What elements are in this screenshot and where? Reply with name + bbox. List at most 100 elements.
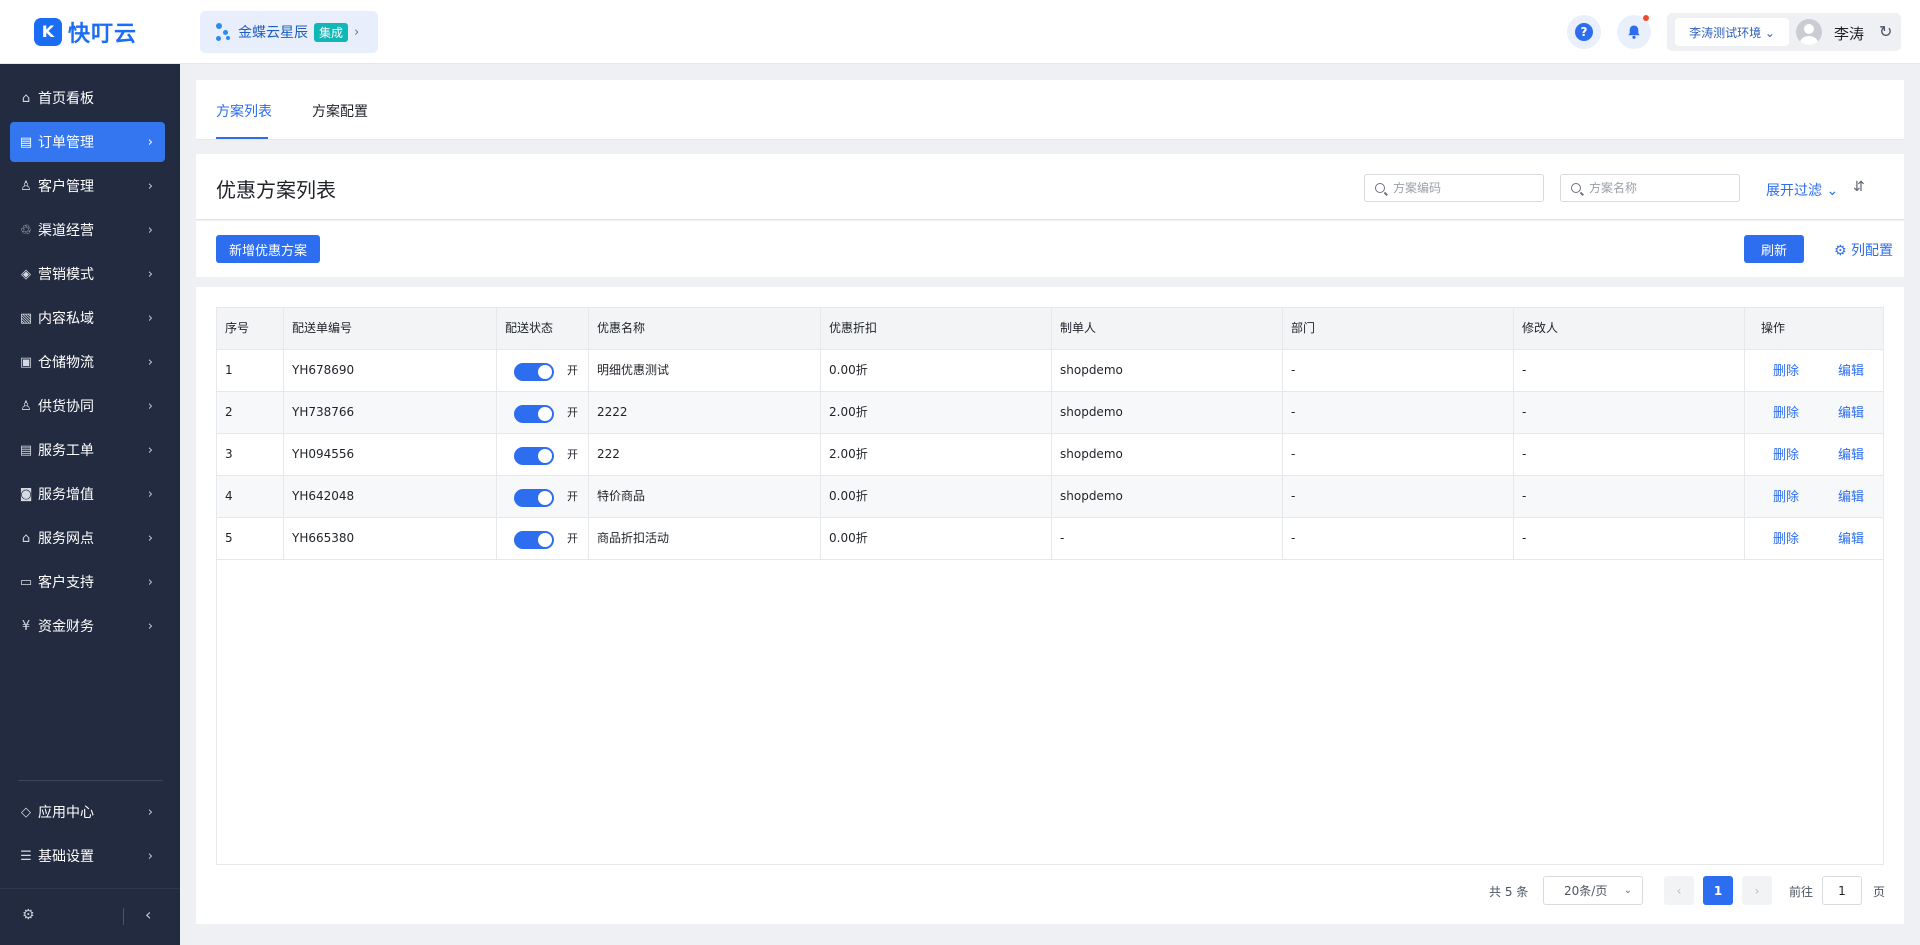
sidebar-item-label: 渠道经营 [38, 223, 94, 239]
department: - [1282, 518, 1513, 559]
scheme-code: YH738766 [283, 392, 496, 433]
page-size-value: 20条/页 [1564, 884, 1608, 898]
refresh-button[interactable]: 刷新 [1744, 235, 1804, 263]
row-index: 2 [225, 405, 233, 419]
row-actions: 删除 编辑 [1744, 476, 1883, 517]
prev-page-button[interactable]: ‹ [1664, 876, 1694, 905]
status-toggle[interactable] [514, 405, 554, 423]
delete-button[interactable]: 删除 [1773, 476, 1799, 520]
chevron-right-icon: › [147, 310, 153, 326]
ticket-icon: ▤ [19, 442, 33, 458]
sidebar-item-marketing[interactable]: ◈ 营销模式 › [10, 254, 165, 294]
edit-button[interactable]: 编辑 [1838, 392, 1864, 436]
user-name[interactable]: 李涛 [1834, 23, 1864, 44]
sidebar-item-label: 服务增值 [38, 487, 94, 503]
notification-dot [1643, 15, 1649, 21]
discount-rate: 2.00折 [820, 434, 1051, 475]
modifier: - [1513, 350, 1744, 391]
help-button[interactable]: ? [1567, 15, 1601, 49]
expand-filter-button[interactable]: 展开过滤 ⌄ [1766, 180, 1838, 200]
collapse-sidebar-icon[interactable]: ‹ [145, 905, 151, 924]
delete-button[interactable]: 删除 [1773, 434, 1799, 478]
table-row[interactable]: 4 YH642048 开 特价商品 0.00折 shopdemo - - 删除 … [217, 476, 1883, 518]
edit-button[interactable]: 编辑 [1838, 476, 1864, 520]
row-actions: 删除 编辑 [1744, 518, 1883, 559]
status-toggle-label: 开 [567, 490, 578, 503]
tabs-divider [196, 139, 1904, 140]
sidebar-item-content[interactable]: ▧ 内容私域 › [10, 298, 165, 338]
sidebar-item-channels[interactable]: ♲ 渠道经营 › [10, 210, 165, 250]
top-bar: K 快叮云 金蝶云星辰 集成 › ? 李涛测试环境 ⌄ 李涛 ↻ [0, 0, 1920, 64]
sidebar-item-service-points[interactable]: ⌂ 服务网点 › [10, 518, 165, 558]
add-discount-scheme-button[interactable]: 新增优惠方案 [216, 235, 320, 263]
discount-name: 明细优惠测试 [588, 350, 820, 391]
sidebar-item-warehouse[interactable]: ▣ 仓储物流 › [10, 342, 165, 382]
row-actions: 删除 编辑 [1744, 350, 1883, 391]
tab-scheme-list[interactable]: 方案列表 [216, 101, 272, 121]
column-header: 优惠折扣 [820, 308, 1051, 349]
scheme-name-search[interactable] [1560, 174, 1740, 202]
page-number-button[interactable]: 1 [1703, 876, 1733, 905]
chevron-right-icon: › [147, 354, 153, 370]
sidebar-item-orders[interactable]: ▤ 订单管理 › [10, 122, 165, 162]
table-row[interactable]: 2 YH738766 开 2222 2.00折 shopdemo - - 删除 … [217, 392, 1883, 434]
integration-switcher[interactable]: 金蝶云星辰 集成 › [200, 11, 378, 53]
sidebar-item-dashboard[interactable]: ⌂ 首页看板 [10, 78, 165, 118]
scheme-code-input[interactable] [1393, 181, 1533, 195]
store-icon: ⌂ [21, 530, 31, 546]
edit-button[interactable]: 编辑 [1838, 518, 1864, 562]
notification-button[interactable] [1617, 15, 1651, 49]
column-config-button[interactable]: ⚙ 列配置 [1834, 240, 1893, 260]
delete-button[interactable]: 删除 [1773, 392, 1799, 436]
column-header: 配送状态 [496, 308, 588, 349]
delete-button[interactable]: 删除 [1773, 518, 1799, 562]
sidebar-item-supply[interactable]: ♙ 供货协同 › [10, 386, 165, 426]
status-toggle[interactable] [514, 531, 554, 549]
department: - [1282, 434, 1513, 475]
sidebar-item-support[interactable]: ▭ 客户支持 › [10, 562, 165, 602]
column-header: 配送单编号 [283, 308, 496, 349]
sort-icon[interactable]: ⇵ [1853, 179, 1865, 195]
sidebar-item-label: 内容私域 [38, 311, 94, 327]
chevron-right-icon: › [147, 222, 153, 238]
status-toggle-label: 开 [567, 448, 578, 461]
status-toggle[interactable] [514, 489, 554, 507]
discount-name: 222 [588, 434, 820, 475]
table-row[interactable]: 5 YH665380 开 商品折扣活动 0.00折 - - - 删除 编辑 [217, 518, 1883, 560]
refresh-icon[interactable]: ↻ [1879, 22, 1892, 41]
discount-rate: 0.00折 [820, 518, 1051, 559]
sidebar-item-settings[interactable]: ☰ 基础设置 › [10, 836, 165, 876]
next-page-button[interactable]: › [1742, 876, 1772, 905]
table-row[interactable]: 3 YH094556 开 222 2.00折 shopdemo - - 删除 编… [217, 434, 1883, 476]
brand-logo[interactable]: K 快叮云 [34, 16, 137, 47]
avatar[interactable] [1796, 19, 1822, 45]
sidebar-item-label: 营销模式 [38, 267, 94, 283]
sidebar-item-finance[interactable]: ¥ 资金财务 › [10, 606, 165, 646]
sidebar-item-label: 供货协同 [38, 399, 94, 415]
environment-select[interactable]: 李涛测试环境 ⌄ [1675, 18, 1789, 46]
gear-icon[interactable]: ⚙ [22, 907, 35, 923]
scheme-code: YH094556 [283, 434, 496, 475]
scheme-name-input[interactable] [1589, 181, 1729, 195]
goto-page-input[interactable] [1822, 876, 1862, 905]
edit-button[interactable]: 编辑 [1838, 434, 1864, 478]
tab-scheme-config[interactable]: 方案配置 [312, 101, 368, 121]
sidebar-item-value-added[interactable]: ◙ 服务增值 › [10, 474, 165, 514]
table-row[interactable]: 1 YH678690 开 明细优惠测试 0.00折 shopdemo - - 删… [217, 350, 1883, 392]
sidebar-item-service-tickets[interactable]: ▤ 服务工单 › [10, 430, 165, 470]
delete-button[interactable]: 删除 [1773, 350, 1799, 394]
cube-icon: ◇ [21, 804, 31, 820]
status-toggle[interactable] [514, 363, 554, 381]
sidebar-item-app-center[interactable]: ◇ 应用中心 › [10, 792, 165, 832]
edit-button[interactable]: 编辑 [1838, 350, 1864, 394]
status-toggle[interactable] [514, 447, 554, 465]
scheme-code-search[interactable] [1364, 174, 1544, 202]
creator: shopdemo [1051, 392, 1282, 433]
total-count: 共 5 条 [1489, 885, 1529, 899]
sidebar-item-customers[interactable]: ♙ 客户管理 › [10, 166, 165, 206]
chevron-right-icon: › [147, 266, 153, 282]
creator: shopdemo [1051, 476, 1282, 517]
discount-scheme-table: 序号 配送单编号 配送状态 优惠名称 优惠折扣 制单人 部门 修改人 操作 1 … [216, 307, 1884, 865]
status-cell: 开 [496, 518, 588, 559]
page-size-select[interactable]: 20条/页 ⌄ [1543, 876, 1643, 905]
